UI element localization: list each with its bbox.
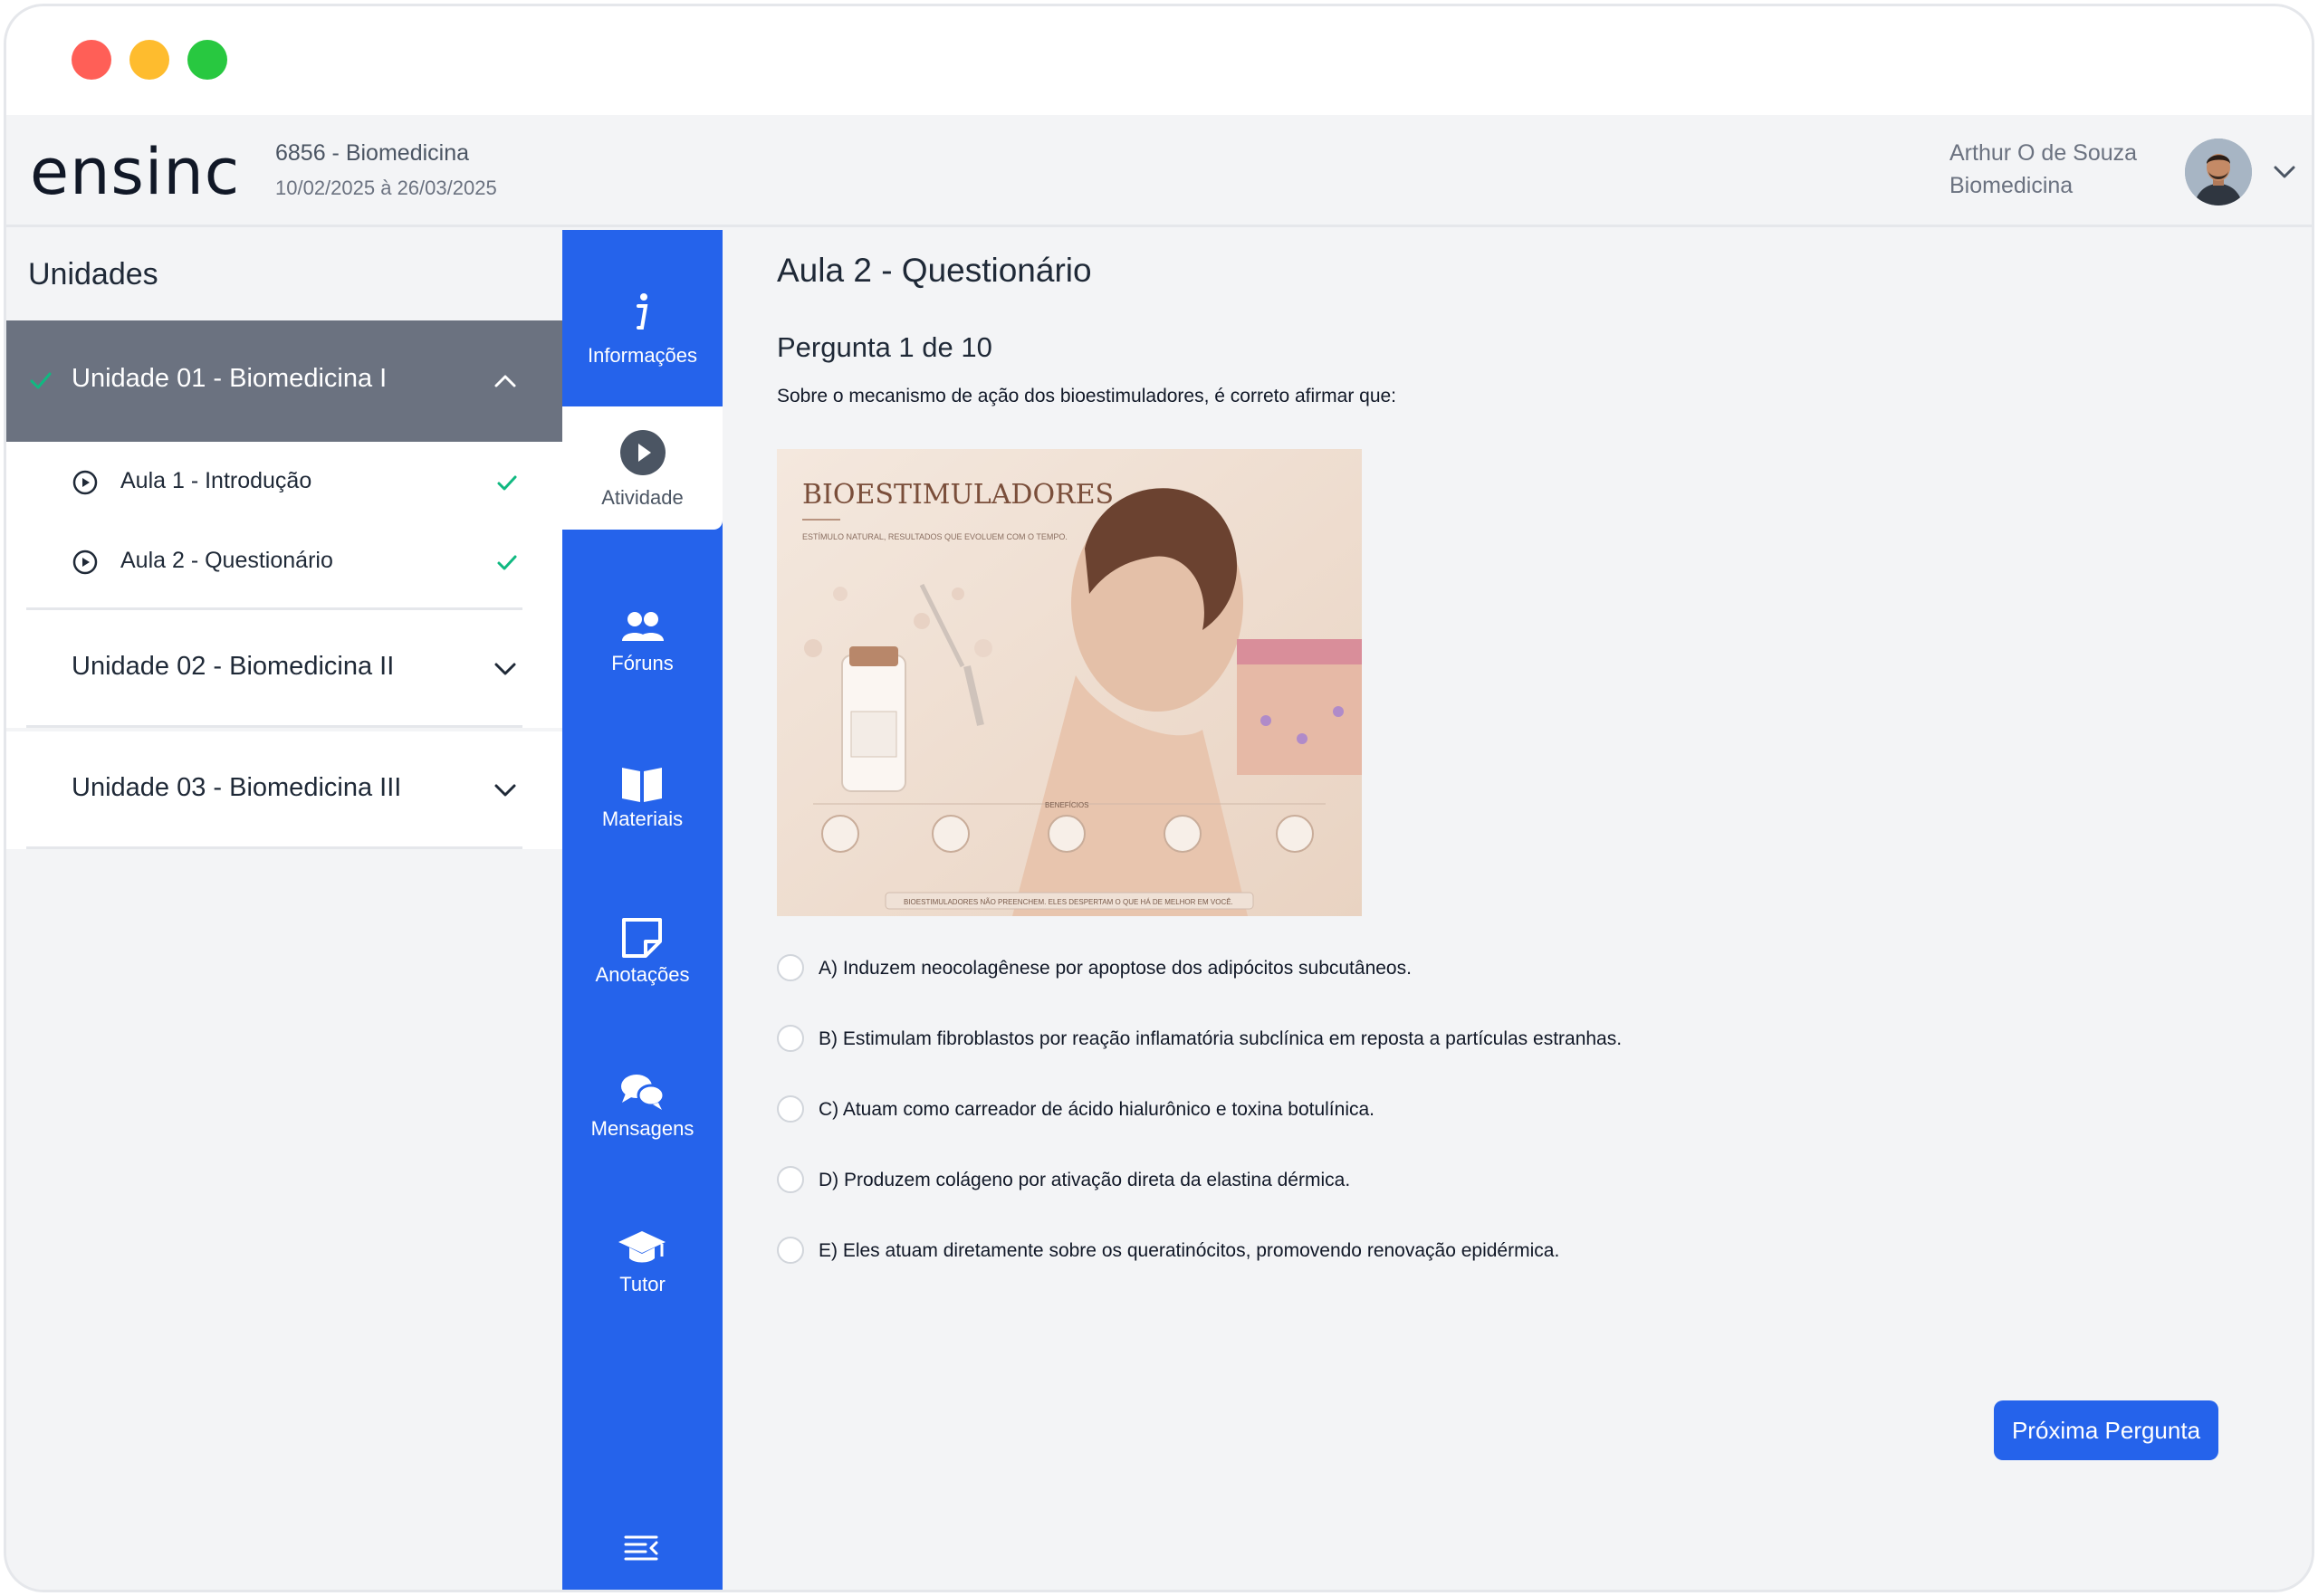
- option-e[interactable]: E) Eles atuam diretamente sobre os quera…: [777, 1233, 2045, 1269]
- app-header: ensinc 6856 - Biomedicina 10/02/2025 à 2…: [6, 115, 2312, 227]
- brand-logo[interactable]: ensinc: [30, 135, 240, 209]
- rail-item-atividade[interactable]: Atividade: [562, 406, 723, 530]
- close-window-button[interactable]: [72, 40, 111, 80]
- lesson-list: Aula 1 - Introdução Aula 2 - Questionári…: [6, 442, 562, 610]
- option-label: A) Induzem neocolagênese por apoptose do…: [819, 958, 1412, 979]
- play-circle-icon: [72, 550, 98, 575]
- info-icon: [637, 293, 648, 330]
- unit-label: Unidade 03 - Biomedicina III: [72, 773, 402, 802]
- image-heading: BIOESTIMULADORES: [802, 479, 1114, 511]
- users-icon: [622, 612, 664, 641]
- option-label: E) Eles atuam diretamente sobre os quera…: [819, 1240, 1560, 1261]
- course-name: 6856 - Biomedicina: [275, 140, 470, 166]
- window-titlebar: [6, 6, 2312, 115]
- minimize-window-button[interactable]: [129, 40, 169, 80]
- unit-item-01[interactable]: Unidade 01 - Biomedicina I: [6, 320, 562, 442]
- unit-label: Unidade 01 - Biomedicina I: [72, 364, 388, 393]
- note-icon: [622, 918, 662, 958]
- graduation-cap-icon: [618, 1231, 666, 1263]
- question-title: Pergunta 1 de 10: [777, 331, 992, 363]
- user-name: Arthur O de Souza: [1949, 140, 2138, 166]
- option-d[interactable]: D) Produzem colágeno por ativação direta…: [777, 1162, 2045, 1199]
- unit-label: Unidade 02 - Biomedicina II: [72, 652, 395, 681]
- play-circle-icon: [620, 430, 666, 475]
- rail-item-anotacoes[interactable]: Anotações: [562, 891, 723, 1018]
- question-image: BIOESTIMULADORES ESTÍMULO NATURAL, RESUL…: [777, 449, 1362, 916]
- image-benefits-label: BENEFÍCIOS: [1045, 801, 1088, 809]
- chevron-down-icon[interactable]: [490, 775, 521, 806]
- radio-button[interactable]: [777, 1025, 804, 1052]
- app-window: ensinc 6856 - Biomedicina 10/02/2025 à 2…: [4, 4, 2314, 1592]
- option-b[interactable]: B) Estimulam fibroblastos por reação inf…: [777, 1021, 2045, 1057]
- rail-item-tutor[interactable]: Tutor: [562, 1200, 723, 1327]
- radio-button[interactable]: [777, 1237, 804, 1264]
- rail-label: Materiais: [601, 808, 684, 830]
- divider: [26, 846, 522, 849]
- divider: [26, 725, 522, 728]
- avatar[interactable]: [2185, 139, 2252, 205]
- option-label: D) Produzem colágeno por ativação direta…: [819, 1170, 1351, 1190]
- collapse-menu-icon[interactable]: [618, 1524, 664, 1570]
- chevron-down-icon[interactable]: [490, 654, 521, 684]
- image-footer: BIOESTIMULADORES NÃO PREENCHEM. ELES DES…: [904, 898, 1233, 906]
- book-icon: [622, 768, 662, 802]
- rail-item-mensagens[interactable]: Mensagens: [562, 1045, 723, 1171]
- user-course: Biomedicina: [1949, 173, 2074, 198]
- lesson-label: Aula 1 - Introdução: [120, 468, 312, 493]
- lesson-label: Aula 2 - Questionário: [120, 548, 333, 573]
- rail-label: Mensagens: [590, 1117, 694, 1140]
- rail-label: Fóruns: [611, 652, 674, 674]
- rail-label: Atividade: [601, 486, 684, 509]
- question-text: Sobre o mecanismo de ação dos bioestimul…: [777, 386, 1397, 406]
- course-dates: 10/02/2025 à 26/03/2025: [275, 177, 497, 199]
- rail-item-materiais[interactable]: Materiais: [562, 737, 723, 864]
- radio-button[interactable]: [777, 1095, 804, 1123]
- rail-item-informacoes[interactable]: Informações: [562, 266, 723, 393]
- unit-item-02[interactable]: Unidade 02 - Biomedicina II: [6, 610, 562, 728]
- radio-button[interactable]: [777, 1166, 804, 1193]
- rail-label: Informações: [587, 344, 698, 367]
- image-subheading: ESTÍMULO NATURAL, RESULTADOS QUE EVOLUEM…: [802, 532, 1068, 541]
- rail-item-foruns[interactable]: Fóruns: [562, 581, 723, 708]
- option-label: B) Estimulam fibroblastos por reação inf…: [819, 1028, 1623, 1049]
- chevron-up-icon[interactable]: [490, 366, 521, 397]
- option-a[interactable]: A) Induzem neocolagênese por apoptose do…: [777, 951, 2045, 987]
- chat-icon: [621, 1075, 666, 1110]
- option-label: C) Atuam como carreador de ácido hialurô…: [819, 1099, 1375, 1120]
- unit-item-03[interactable]: Unidade 03 - Biomedicina III: [6, 731, 562, 849]
- sidebar-title: Unidades: [28, 257, 158, 291]
- chevron-down-icon[interactable]: [2268, 156, 2301, 188]
- rail-label: Tutor: [619, 1273, 666, 1295]
- option-c[interactable]: C) Atuam como carreador de ácido hialurô…: [777, 1092, 2045, 1128]
- next-question-button[interactable]: Próxima Pergunta: [1994, 1400, 2218, 1460]
- check-icon: [497, 555, 517, 570]
- play-circle-icon: [72, 470, 98, 495]
- lesson-item-aula-2[interactable]: Aula 2 - Questionário: [6, 521, 562, 601]
- rail-label: Anotações: [595, 963, 690, 986]
- lesson-item-aula-1[interactable]: Aula 1 - Introdução: [6, 442, 562, 521]
- maximize-window-button[interactable]: [187, 40, 227, 80]
- check-icon: [30, 372, 52, 389]
- units-sidebar: Unidades Unidade 01 - Biomedicina I Aula…: [6, 230, 562, 1590]
- main-content: Aula 2 - Questionário Pergunta 1 de 10 S…: [723, 230, 2312, 1590]
- radio-button[interactable]: [777, 954, 804, 981]
- check-icon: [497, 475, 517, 491]
- nav-rail: Informações Atividade Fóruns Materiais A…: [562, 230, 723, 1590]
- page-title: Aula 2 - Questionário: [777, 252, 1092, 289]
